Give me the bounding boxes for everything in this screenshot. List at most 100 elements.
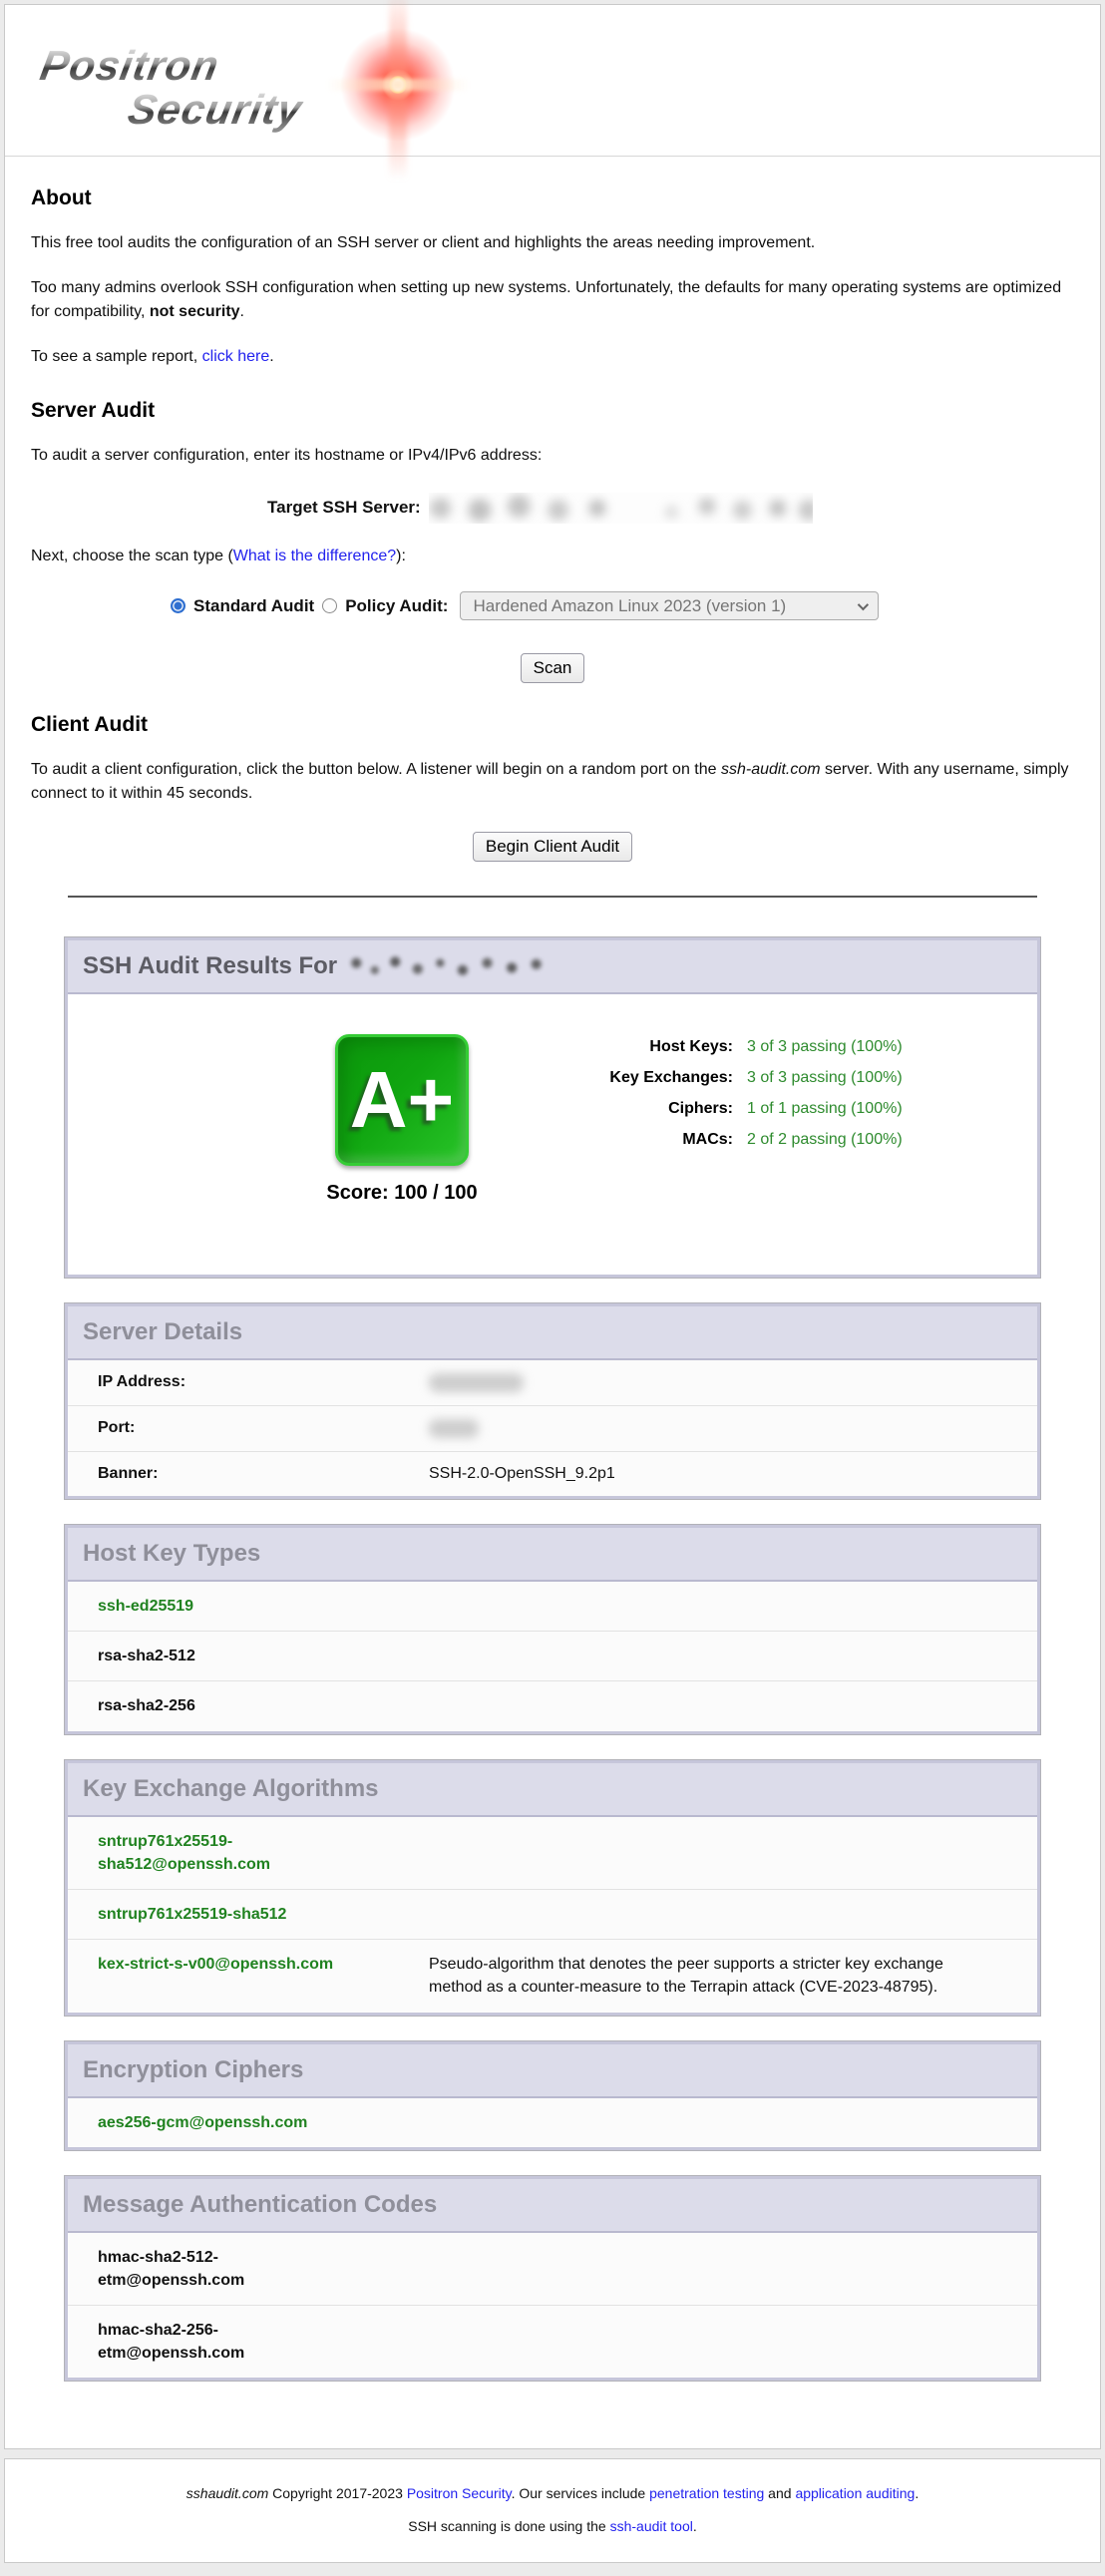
host-key-row: ssh-ed25519 bbox=[68, 1582, 1037, 1631]
section-divider bbox=[68, 896, 1037, 898]
key-exchange-panel: Key Exchange Algorithms sntrup761x25519-… bbox=[65, 1760, 1040, 2016]
cipher-rows: aes256-gcm@openssh.com bbox=[68, 2098, 1037, 2147]
footer-line-1: sshaudit.com Copyright 2017-2023 Positro… bbox=[25, 2485, 1080, 2501]
server-audit-heading: Server Audit bbox=[31, 399, 1074, 423]
detail-label: IP Address: bbox=[98, 1373, 429, 1392]
encryption-ciphers-header: Encryption Ciphers bbox=[68, 2044, 1037, 2098]
stat-value: 3 of 3 passing (100%) bbox=[747, 1069, 903, 1087]
server-detail-row: IP Address: bbox=[68, 1360, 1037, 1405]
chevron-down-icon bbox=[858, 598, 869, 609]
encryption-ciphers-panel: Encryption Ciphers aes256-gcm@openssh.co… bbox=[65, 2041, 1040, 2150]
ssh-audit-tool-link[interactable]: ssh-audit tool bbox=[610, 2518, 693, 2534]
grade-letter: A+ bbox=[350, 1060, 455, 1140]
detail-value: SSH-2.0-OpenSSH_9.2p1 bbox=[429, 1465, 615, 1483]
stat-row: Ciphers: 1 of 1 passing (100%) bbox=[563, 1100, 903, 1118]
about-paragraph-1: This free tool audits the configuration … bbox=[31, 231, 1074, 255]
standard-audit-radio[interactable] bbox=[171, 598, 185, 613]
server-details-header: Server Details bbox=[68, 1306, 1037, 1360]
macs-header: Message Authentication Codes bbox=[68, 2179, 1037, 2233]
stat-label: Host Keys: bbox=[563, 1038, 733, 1056]
stat-label: Key Exchanges: bbox=[563, 1069, 733, 1087]
standard-audit-label: Standard Audit bbox=[193, 596, 314, 616]
cipher-row: aes256-gcm@openssh.com bbox=[68, 2098, 1037, 2147]
key-exchange-rows: sntrup761x25519-sha512@openssh.com sntru… bbox=[68, 1817, 1037, 2013]
main-page-card: Positron Security About This free tool a… bbox=[4, 4, 1101, 2449]
algorithm-name: hmac-sha2-256-etm@openssh.com bbox=[98, 2319, 357, 2365]
results-panel: SSH Audit Results For A+ Score: 100 / 10… bbox=[65, 937, 1040, 1278]
scan-button-wrap: Scan bbox=[31, 653, 1074, 683]
host-key-row: rsa-sha2-256 bbox=[68, 1680, 1037, 1730]
algorithm-name: rsa-sha2-512 bbox=[98, 1645, 357, 1667]
footer-site-name: sshaudit.com bbox=[186, 2485, 268, 2501]
scan-type-row: Standard Audit Policy Audit: Hardened Am… bbox=[171, 590, 1074, 621]
logo-line-2: Security bbox=[125, 86, 306, 134]
host-key-rows: ssh-ed25519 rsa-sha2-512 rsa-sha2-256 bbox=[68, 1582, 1037, 1731]
mac-row: hmac-sha2-512-etm@openssh.com bbox=[68, 2233, 1037, 2305]
stat-value: 2 of 2 passing (100%) bbox=[747, 1131, 903, 1149]
algorithm-name: ssh-ed25519 bbox=[98, 1595, 357, 1618]
redacted-value bbox=[429, 1373, 524, 1392]
server-detail-row: Port: bbox=[68, 1405, 1037, 1451]
server-details-panel: Server Details IP Address: Port: Banner:… bbox=[65, 1303, 1040, 1499]
client-audit-button-wrap: Begin Client Audit bbox=[31, 832, 1074, 862]
stat-row: Host Keys: 3 of 3 passing (100%) bbox=[563, 1038, 903, 1056]
target-server-row: Target SSH Server: bbox=[267, 492, 1074, 524]
detail-label: Banner: bbox=[98, 1465, 429, 1483]
algorithm-name: rsa-sha2-256 bbox=[98, 1694, 357, 1717]
key-exchange-row: kex-strict-s-v00@openssh.com Pseudo-algo… bbox=[68, 1939, 1037, 2012]
ssh-audit-com-italic: ssh-audit.com bbox=[721, 761, 821, 778]
redacted-hostname bbox=[344, 953, 549, 977]
application-auditing-link[interactable]: application auditing bbox=[795, 2485, 915, 2501]
client-audit-paragraph: To audit a client configuration, click t… bbox=[31, 758, 1074, 806]
footer-line-2: SSH scanning is done using the ssh-audit… bbox=[25, 2518, 1080, 2534]
site-header: Positron Security bbox=[5, 5, 1100, 157]
site-footer: sshaudit.com Copyright 2017-2023 Positro… bbox=[4, 2458, 1101, 2563]
results-stats: Host Keys: 3 of 3 passing (100%) Key Exc… bbox=[563, 1034, 903, 1205]
grade-badge: A+ bbox=[335, 1034, 469, 1166]
mac-rows: hmac-sha2-512-etm@openssh.com hmac-sha2-… bbox=[68, 2233, 1037, 2379]
penetration-testing-link[interactable]: penetration testing bbox=[649, 2485, 764, 2501]
about-heading: About bbox=[31, 186, 1074, 210]
begin-client-audit-button[interactable]: Begin Client Audit bbox=[473, 832, 632, 862]
positron-security-logo[interactable]: Positron Security bbox=[27, 20, 456, 146]
algorithm-name: kex-strict-s-v00@openssh.com bbox=[98, 1953, 357, 1999]
not-security-bold: not security bbox=[150, 303, 240, 320]
key-exchange-row: sntrup761x25519-sha512@openssh.com bbox=[68, 1817, 1037, 1889]
positron-security-link[interactable]: Positron Security bbox=[407, 2485, 512, 2501]
results-body: A+ Score: 100 / 100 Host Keys: 3 of 3 pa… bbox=[68, 994, 1037, 1275]
server-details-rows: IP Address: Port: Banner: SSH-2.0-OpenSS… bbox=[68, 1360, 1037, 1496]
host-key-types-header: Host Key Types bbox=[68, 1528, 1037, 1582]
stat-row: Key Exchanges: 3 of 3 passing (100%) bbox=[563, 1069, 903, 1087]
key-exchange-row: sntrup761x25519-sha512 bbox=[68, 1889, 1037, 1939]
client-audit-heading: Client Audit bbox=[31, 713, 1074, 737]
grade-column: A+ Score: 100 / 100 bbox=[282, 1034, 522, 1205]
policy-select[interactable]: Hardened Amazon Linux 2023 (version 1) bbox=[460, 591, 879, 620]
policy-select-value: Hardened Amazon Linux 2023 (version 1) bbox=[473, 596, 786, 616]
stat-row: MACs: 2 of 2 passing (100%) bbox=[563, 1131, 903, 1149]
stat-label: MACs: bbox=[563, 1131, 733, 1149]
main-content: About This free tool audits the configur… bbox=[5, 186, 1100, 2381]
mac-row: hmac-sha2-256-etm@openssh.com bbox=[68, 2305, 1037, 2378]
redacted-value bbox=[429, 1419, 479, 1438]
detail-label: Port: bbox=[98, 1419, 429, 1438]
about-paragraph-2: Too many admins overlook SSH configurati… bbox=[31, 276, 1074, 324]
target-server-input[interactable] bbox=[429, 493, 813, 524]
server-audit-intro: To audit a server configuration, enter i… bbox=[31, 444, 1074, 468]
algorithm-name: sntrup761x25519-sha512 bbox=[98, 1903, 357, 1926]
algorithm-note: Pseudo-algorithm that denotes the peer s… bbox=[429, 1953, 987, 1999]
algorithm-name: sntrup761x25519-sha512@openssh.com bbox=[98, 1830, 357, 1876]
policy-audit-radio[interactable] bbox=[322, 598, 337, 613]
policy-audit-label: Policy Audit: bbox=[345, 596, 448, 616]
stat-label: Ciphers: bbox=[563, 1100, 733, 1118]
scan-type-difference-link[interactable]: What is the difference? bbox=[233, 548, 396, 564]
about-paragraph-3: To see a sample report, click here. bbox=[31, 345, 1074, 369]
sample-report-link[interactable]: click here bbox=[202, 348, 270, 365]
server-detail-row: Banner: SSH-2.0-OpenSSH_9.2p1 bbox=[68, 1451, 1037, 1496]
key-exchange-header: Key Exchange Algorithms bbox=[68, 1763, 1037, 1817]
algorithm-name: hmac-sha2-512-etm@openssh.com bbox=[98, 2246, 357, 2292]
stat-value: 1 of 1 passing (100%) bbox=[747, 1100, 903, 1118]
red-starburst-icon bbox=[318, 6, 478, 164]
stat-value: 3 of 3 passing (100%) bbox=[747, 1038, 903, 1056]
host-key-types-panel: Host Key Types ssh-ed25519 rsa-sha2-512 … bbox=[65, 1525, 1040, 1734]
scan-button[interactable]: Scan bbox=[521, 653, 585, 683]
